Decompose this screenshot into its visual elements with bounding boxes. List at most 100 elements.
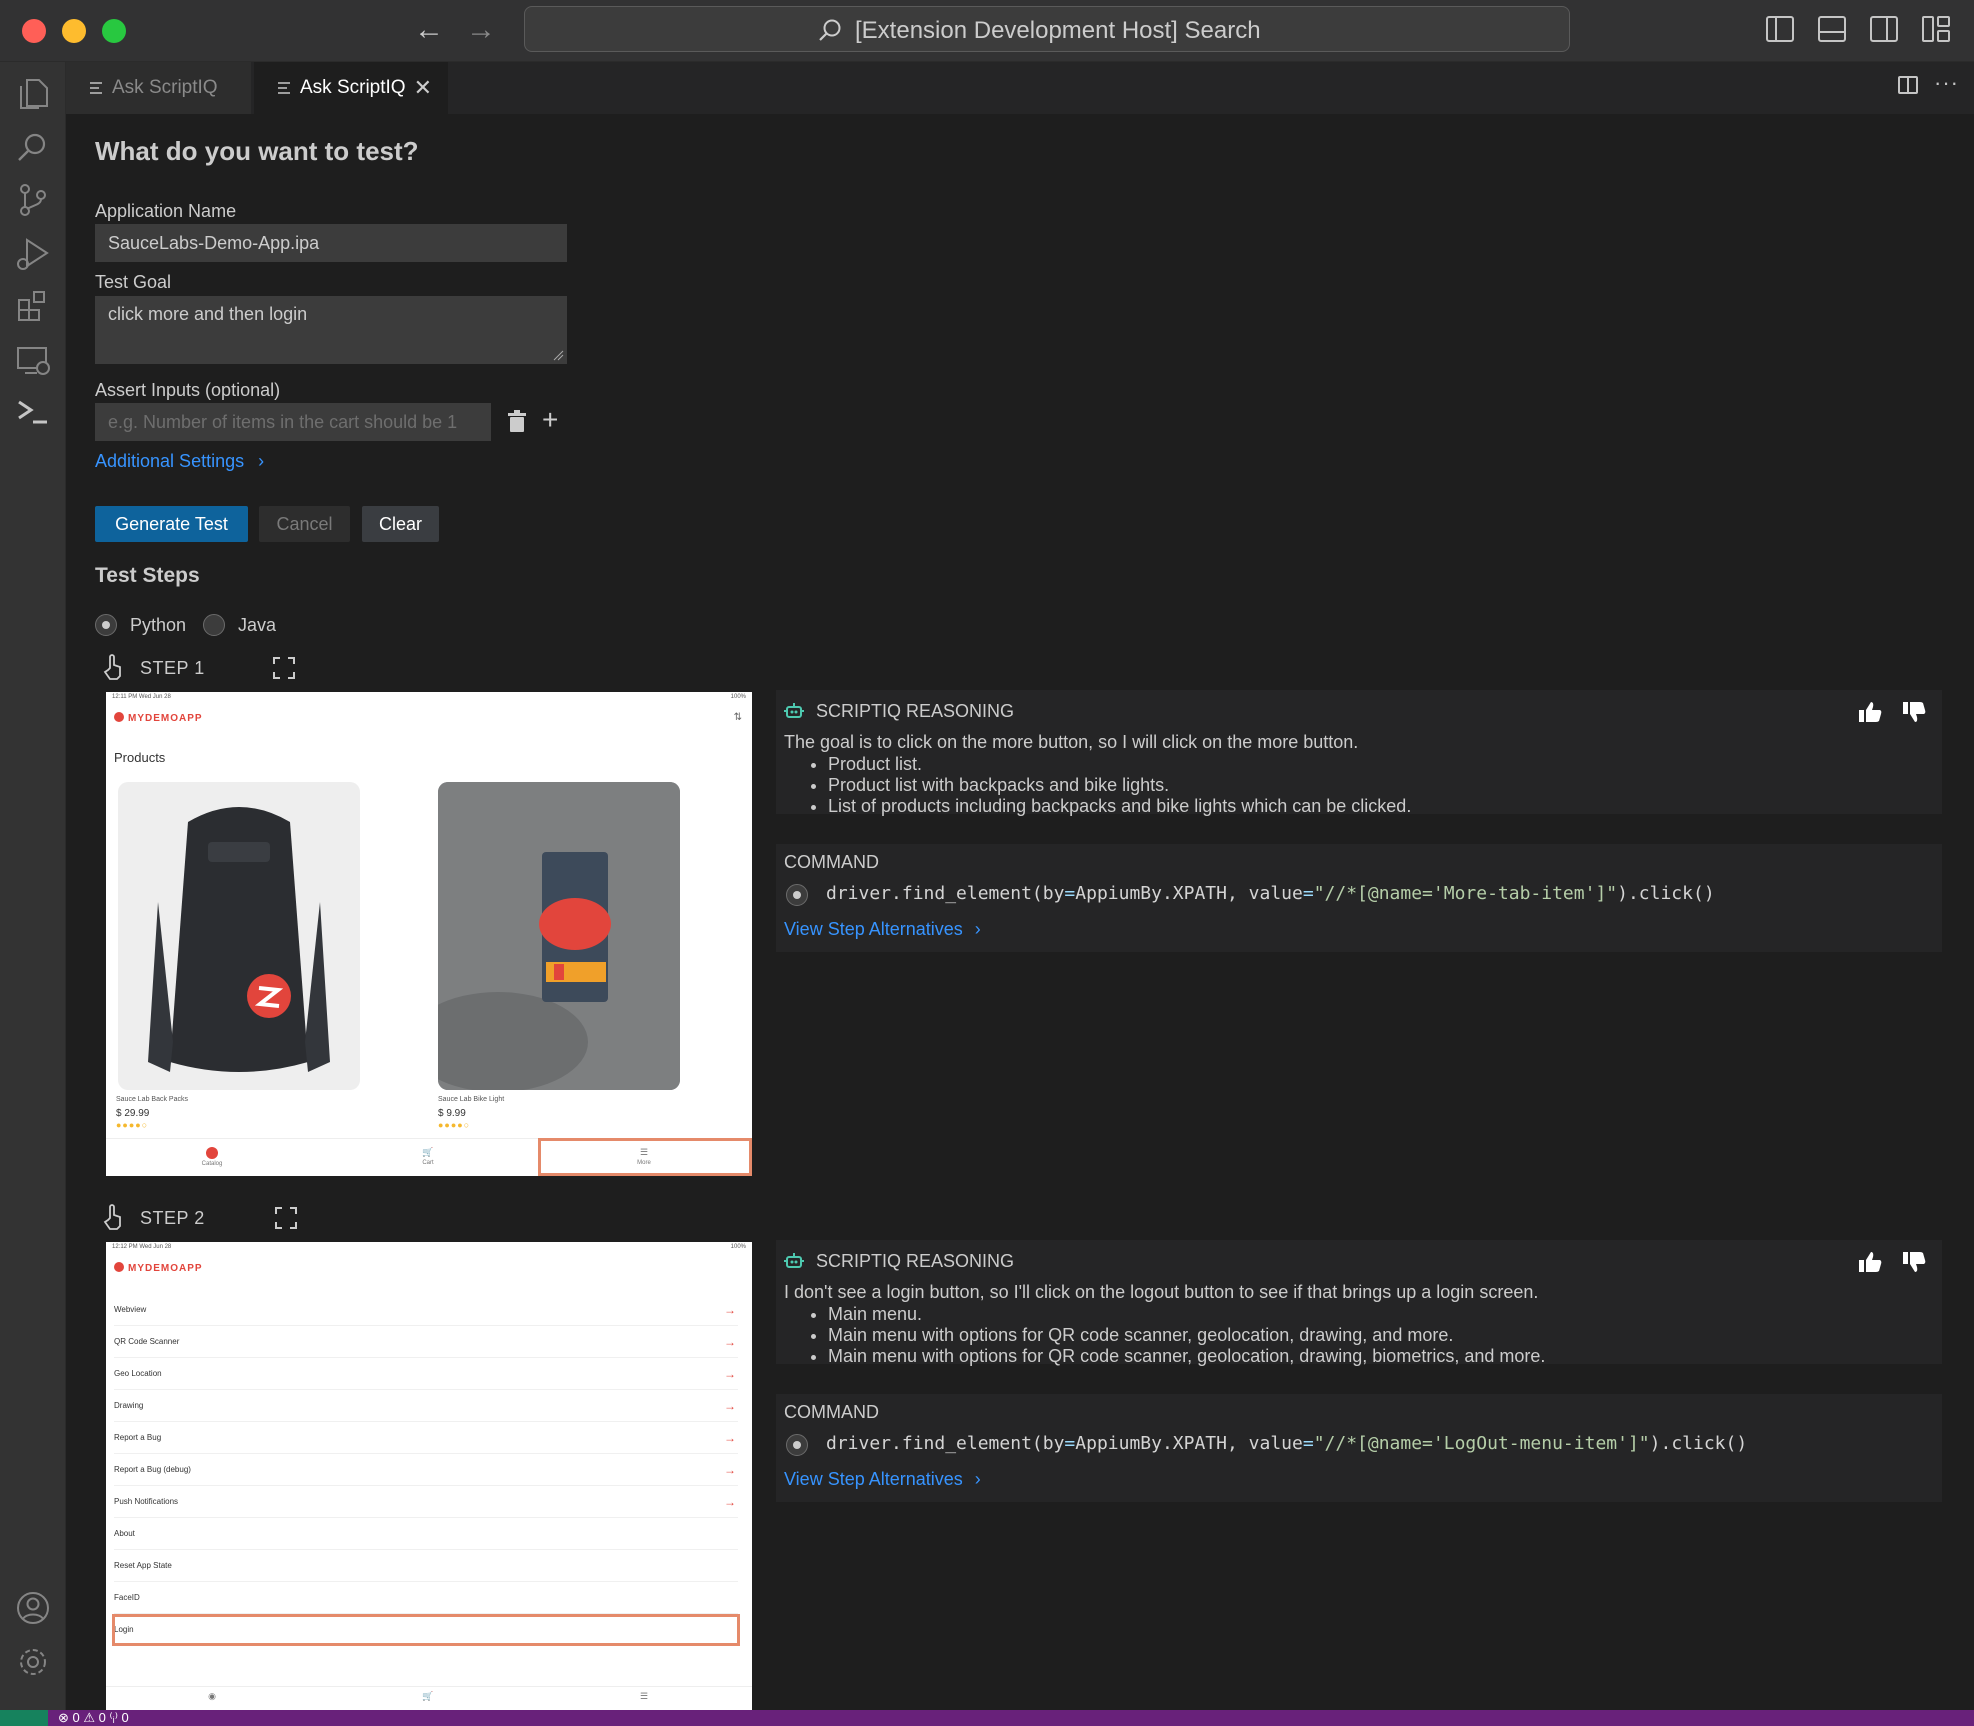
expand-icon[interactable] [272,656,296,680]
menu-item: Report a Bug (debug) → [114,1454,738,1486]
command-center-search[interactable]: [Extension Development Host] Search [524,6,1570,52]
tab-ask-scriptiq-1[interactable]: Ask ScriptIQ [66,62,252,114]
account-icon[interactable] [13,1588,53,1628]
command-radio[interactable] [786,1434,808,1456]
preview-icon [278,82,290,97]
command-card: COMMAND driver.find_element(by=AppiumBy.… [776,844,1942,952]
cancel-button[interactable]: Cancel [259,506,350,542]
view-step-alternatives-link[interactable]: View Step Alternatives › [784,919,981,940]
toggle-panel-icon[interactable] [1818,16,1846,42]
phone-status-time: 12:11 PM Wed Jun 28 [112,694,171,700]
search-icon[interactable] [13,128,53,168]
target-highlight [112,1614,740,1646]
app-logo: MYDEMOAPP [114,1262,203,1274]
phone-tab-catalog: Catalog [182,1147,242,1167]
command-center-text: [Extension Development Host] Search [855,17,1261,44]
thumbs-down-icon[interactable] [1902,1250,1928,1274]
step-1-screenshot[interactable]: 12:11 PM Wed Jun 28 100% MYDEMOAPP ⇅ Pro… [106,692,752,1176]
expand-icon[interactable] [274,1206,298,1230]
product-name: Sauce Lab Bike Light [438,1096,505,1103]
minimize-window-button[interactable] [62,19,86,43]
terminal-icon[interactable] [13,392,53,432]
reasoning-header: SCRIPTIQ REASONING [784,701,1014,722]
app-name-label: Application Name [95,201,237,221]
additional-settings-link[interactable]: Additional Settings › [95,451,264,472]
additional-settings-label: Additional Settings [95,451,245,471]
menu-item: Reset App State [114,1550,738,1582]
java-radio[interactable] [203,614,225,636]
command-header: COMMAND [784,852,879,872]
toggle-primary-sidebar-icon[interactable] [1766,16,1794,42]
robot-icon [784,703,804,718]
editor-tab-bar: Ask ScriptIQ Ask ScriptIQ ✕ [66,62,1974,114]
split-editor-icon[interactable] [1898,76,1918,94]
back-arrow-icon[interactable]: ← [414,14,444,46]
thumbs-up-icon[interactable] [1858,1250,1884,1274]
maximize-window-button[interactable] [102,19,126,43]
command-code[interactable]: driver.find_element(by=AppiumBy.XPATH, v… [826,1433,1747,1454]
reasoning-card: SCRIPTIQ REASONING The goal is to click … [776,690,1942,817]
clear-button[interactable]: Clear [362,506,439,542]
source-control-icon[interactable] [13,180,53,220]
command-header: COMMAND [784,1402,879,1422]
robot-icon [784,1253,804,1268]
tab-ask-scriptiq-2[interactable]: Ask ScriptIQ ✕ [254,62,448,114]
assert-inputs-label: Assert Inputs (optional) [95,380,281,400]
extensions-icon[interactable] [13,286,53,326]
forward-arrow-icon[interactable]: → [466,14,496,46]
app-name-input[interactable] [95,224,567,262]
tab-label: Ask ScriptIQ [112,77,218,98]
run-debug-icon[interactable] [13,234,53,274]
menu-item: Report a Bug → [114,1422,738,1454]
resize-grip-icon[interactable] [552,349,564,361]
customize-layout-icon[interactable] [1922,16,1950,42]
target-highlight [538,1138,752,1176]
app-logo: MYDEMOAPP [114,712,203,724]
test-goal-label: Test Goal [95,272,172,292]
tab-label: Ask ScriptIQ [300,77,406,98]
menu-item: About [114,1518,738,1550]
reasoning-bullets: Product list. Product list with backpack… [828,754,1411,817]
products-heading: Products [114,750,166,765]
feedback-buttons [1858,1250,1928,1279]
reasoning-bullet: Product list with backpacks and bike lig… [828,775,1411,796]
reasoning-header: SCRIPTIQ REASONING [784,1251,1014,1272]
product-stars: ●●●●○ [116,1120,149,1130]
python-radio[interactable] [95,614,117,636]
product-name: Sauce Lab Back Packs [116,1096,188,1103]
add-assert-icon[interactable]: + [542,406,558,434]
explorer-icon[interactable] [13,74,53,114]
view-step-alternatives-link[interactable]: View Step Alternatives › [784,1469,981,1490]
step-label: STEP 2 [140,1208,205,1228]
manage-gear-icon[interactable] [13,1642,53,1682]
phone-status-battery: 100% [730,1244,746,1250]
assert-input[interactable] [95,403,491,441]
thumbs-down-icon[interactable] [1902,700,1928,724]
form-title: What do you want to test? [95,136,419,166]
menu-item: QR Code Scanner → [114,1326,738,1358]
toggle-secondary-sidebar-icon[interactable] [1870,16,1898,42]
problems-status[interactable]: ⊗ 0 ⚠ 0 ⁽ᵢ⁾ 0 [58,1710,129,1726]
step-2-screenshot[interactable]: 12:12 PM Wed Jun 28 100% MYDEMOAPP Webvi… [106,1242,752,1710]
activity-bar [0,62,66,1710]
close-icon[interactable]: ✕ [414,62,432,114]
sort-icon: ⇅ [733,712,742,723]
test-steps-title: Test Steps [95,564,200,587]
trash-icon[interactable] [506,410,528,434]
reasoning-text: The goal is to click on the more button,… [784,732,1359,752]
command-code[interactable]: driver.find_element(by=AppiumBy.XPATH, v… [826,883,1715,904]
reasoning-bullet: Main menu. [828,1304,1545,1325]
test-goal-input[interactable]: click more and then login [95,296,567,364]
close-window-button[interactable] [22,19,46,43]
more-actions-icon[interactable]: ··· [1934,70,1959,96]
menu-item: Drawing → [114,1390,738,1422]
thumbs-up-icon[interactable] [1858,700,1884,724]
reasoning-bullet: Product list. [828,754,1411,775]
remote-indicator[interactable] [0,1710,48,1726]
phone-status-battery: 100% [730,694,746,700]
command-radio[interactable] [786,884,808,906]
remote-explorer-icon[interactable] [13,340,53,380]
generate-test-button[interactable]: Generate Test [95,506,248,542]
status-bar: ⊗ 0 ⚠ 0 ⁽ᵢ⁾ 0 [0,1710,1974,1726]
phone-tab-cart: 🛒 Cart [422,1147,434,1166]
